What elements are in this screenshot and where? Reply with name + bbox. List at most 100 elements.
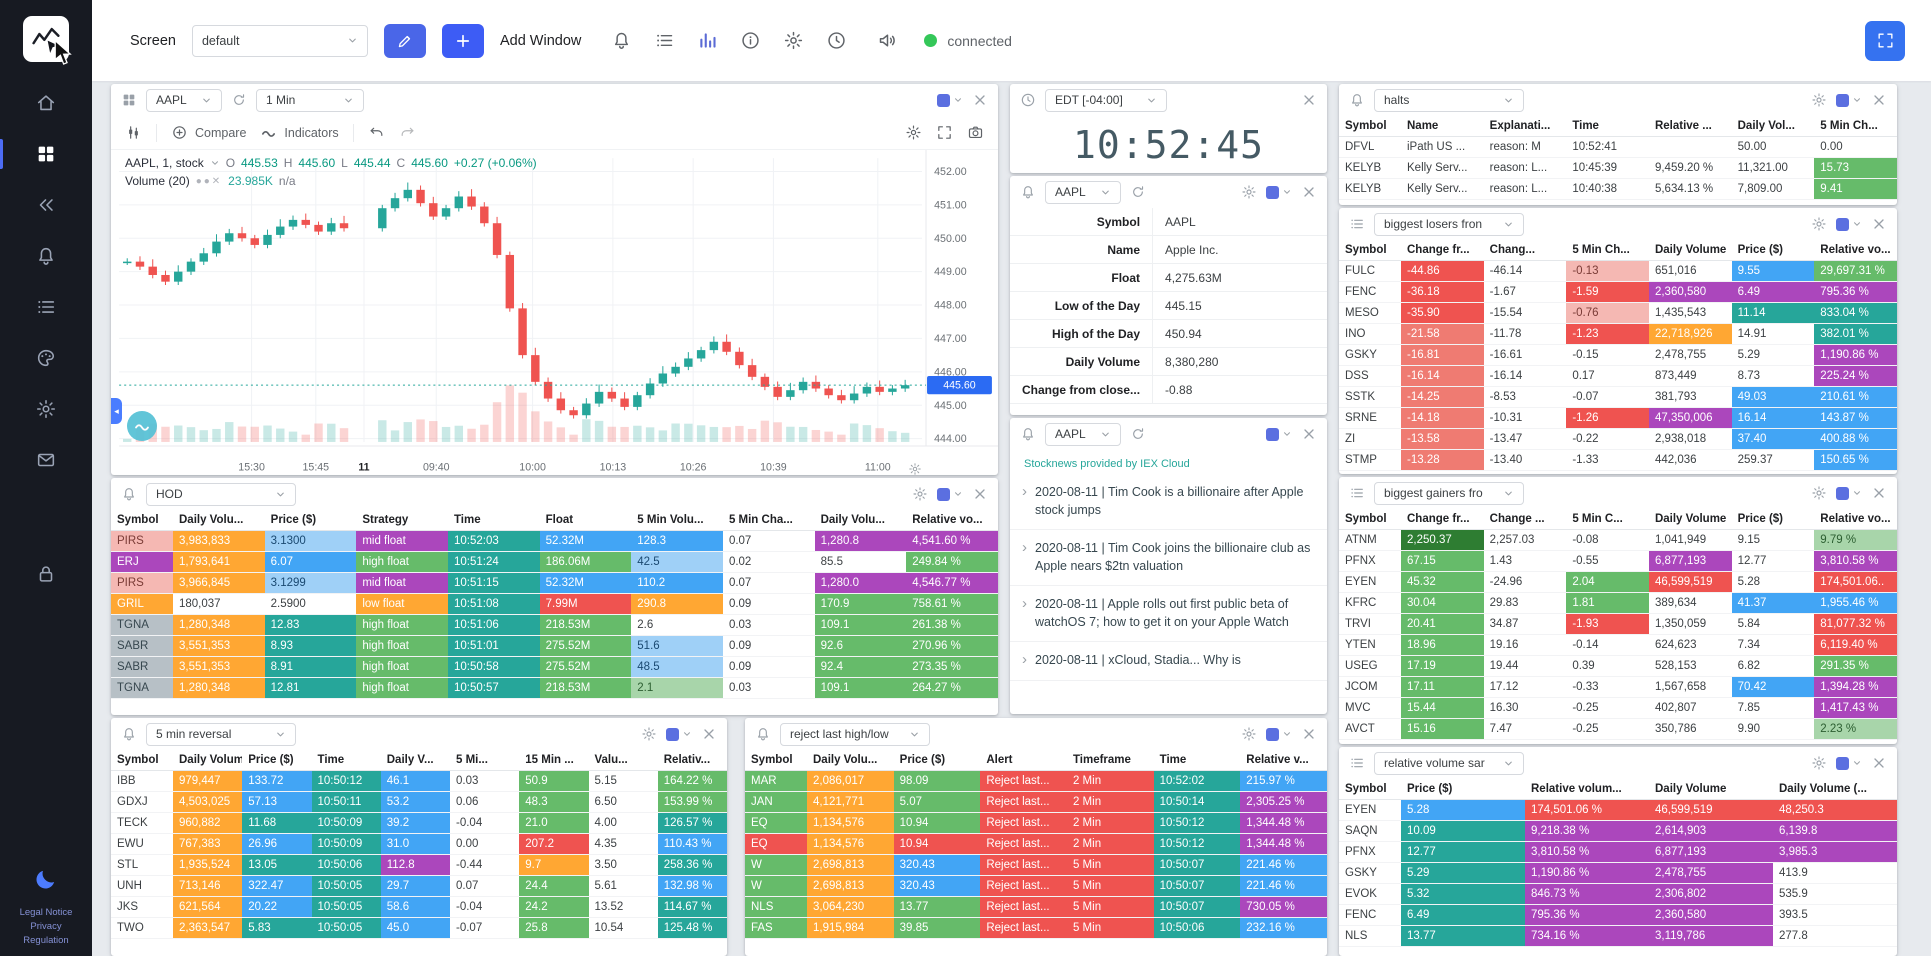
column-header[interactable]: Daily Volume (1649, 779, 1773, 800)
table-row[interactable]: MESO-35.90-15.54-0.761,435,54311.14833.0… (1339, 303, 1897, 324)
regulation-link[interactable]: Regulation (23, 935, 68, 946)
add-info-window-button[interactable] (740, 30, 761, 51)
column-header[interactable]: Relative ... (1649, 116, 1732, 137)
close-icon[interactable] (1300, 725, 1318, 743)
redo-button[interactable] (399, 124, 416, 141)
table-row[interactable]: W2,698,813320.43Reject last...5 Min10:50… (745, 855, 1327, 876)
table-row[interactable]: ERJ1,793,6416.07high float10:51:24186.06… (111, 552, 998, 573)
undo-button[interactable] (368, 124, 385, 141)
close-icon[interactable] (1870, 754, 1888, 772)
column-header[interactable]: Name (1401, 116, 1484, 137)
gear-icon[interactable] (1240, 725, 1258, 743)
table-row[interactable]: DFVLiPath US ...reason: M10:52:4150.000.… (1339, 137, 1897, 158)
column-header[interactable]: Price ($) (1732, 240, 1815, 261)
table-row[interactable]: NLS13.77734.16 %3,119,786277.8 (1339, 926, 1897, 947)
column-header[interactable]: Symbol (1339, 779, 1401, 800)
column-header[interactable]: Symbol (1339, 509, 1401, 530)
window-header[interactable]: 5 min reversal (111, 718, 727, 750)
table-row[interactable]: FENC-36.18-1.67-1.592,360,5806.49795.36 … (1339, 282, 1897, 303)
column-header[interactable]: Symbol (1339, 240, 1401, 261)
close-icon[interactable] (1300, 183, 1318, 201)
scanner-select[interactable]: biggest gainers fro (1374, 482, 1524, 505)
close-icon[interactable] (1300, 91, 1318, 109)
table-row[interactable]: TGNA1,280,34812.83high float10:51:06218.… (111, 615, 998, 636)
refresh-icon[interactable] (1129, 183, 1147, 201)
column-header[interactable]: Daily Volu... (173, 510, 265, 531)
gear-icon[interactable] (640, 725, 658, 743)
column-header[interactable]: Relativ... (658, 750, 727, 771)
table-row[interactable]: MAR2,086,01798.09Reject last...2 Min10:5… (745, 771, 1327, 792)
news-source-link[interactable]: Stocknews provided by IEX Cloud (1010, 450, 1327, 474)
refresh-icon[interactable] (230, 91, 248, 109)
gear-icon[interactable] (1810, 484, 1828, 502)
column-header[interactable]: Time (448, 510, 540, 531)
close-icon[interactable] (971, 91, 989, 109)
table-row[interactable]: EVOK5.32846.73 %2,306,802535.9 (1339, 884, 1897, 905)
column-header[interactable]: Alert (980, 750, 1067, 771)
column-header[interactable]: Relative vo... (1814, 509, 1897, 530)
table-row[interactable]: KFRC30.0429.831.81389,63441.371,955.46 % (1339, 593, 1897, 614)
table-row[interactable]: FENC6.49795.36 %2,360,580393.5 (1339, 905, 1897, 926)
news-item[interactable]: ›2020-08-11 | Apple rolls out first publ… (1010, 586, 1327, 642)
table-row[interactable]: ATNM2,250.372,257.03-0.081,041,9499.159.… (1339, 530, 1897, 551)
candlestick-chart[interactable]: 452.00451.00450.00449.00448.00447.00446.… (111, 150, 998, 475)
table-row[interactable]: INO-21.58-11.78-1.2322,718,92614.91382.0… (1339, 324, 1897, 345)
table-row[interactable]: GSKY5.291,190.86 %2,478,755413.9 (1339, 863, 1897, 884)
column-header[interactable]: Symbol (745, 750, 807, 771)
sidebar-item-dashboard[interactable] (0, 143, 92, 165)
add-screen-button[interactable] (442, 24, 484, 58)
column-header[interactable]: Daily Volume (1649, 240, 1732, 261)
column-header[interactable]: Daily V... (381, 750, 450, 771)
column-header[interactable]: Change fr... (1401, 509, 1484, 530)
column-header[interactable]: Daily Volume (173, 750, 242, 771)
column-header[interactable]: Time (1566, 116, 1649, 137)
chart-window-header[interactable]: AAPL 1 Min (111, 84, 998, 116)
table-row[interactable]: PFNX67.151.43-0.556,877,19312.773,810.58… (1339, 551, 1897, 572)
table-row[interactable]: SSTK-14.25-8.53-0.07381,79349.03210.61 % (1339, 387, 1897, 408)
gear-icon[interactable] (1810, 91, 1828, 109)
sound-toggle-button[interactable] (877, 30, 898, 51)
column-header[interactable]: Symbol (1339, 116, 1401, 137)
stats-symbol-select[interactable]: AAPL (1045, 181, 1121, 204)
window-header[interactable]: HOD (111, 478, 998, 510)
add-alert-window-button[interactable] (611, 30, 632, 51)
table-row[interactable]: ZI-13.58-13.47-0.222,938,01837.40400.88 … (1339, 429, 1897, 450)
column-header[interactable]: Strategy (356, 510, 448, 531)
column-header[interactable]: Relative vo... (1814, 240, 1897, 261)
table-row[interactable]: UNH713,146322.4710:50:0529.70.0724.45.61… (111, 876, 727, 897)
table-row[interactable]: YTEN18.9619.16-0.14624,6237.346,119.40 % (1339, 635, 1897, 656)
column-header[interactable]: Symbol (111, 510, 173, 531)
table-row[interactable]: EQ1,134,57610.94Reject last...2 Min10:50… (745, 834, 1327, 855)
column-header[interactable]: Daily Volu... (807, 750, 894, 771)
table-row[interactable]: EYEN5.28174,501.06 %46,599,51948,250.3 (1339, 800, 1897, 821)
news-symbol-select[interactable]: AAPL (1045, 423, 1121, 446)
layout-widget-selector[interactable] (937, 488, 963, 501)
table-row[interactable]: FULC-44.86-46.14-0.13651,0169.5529,697.3… (1339, 261, 1897, 282)
gear-icon[interactable] (1810, 215, 1828, 233)
column-header[interactable]: Daily Vol... (1732, 116, 1815, 137)
column-header[interactable]: Time (1154, 750, 1241, 771)
layout-widget-selector[interactable] (937, 94, 963, 107)
table-row[interactable]: JAN4,121,7715.07Reject last...2 Min10:50… (745, 792, 1327, 813)
chart-style-button[interactable] (125, 124, 142, 141)
column-header[interactable]: 5 Min Cha... (723, 510, 815, 531)
table-row[interactable]: SRNE-14.18-10.31-1.2647,350,00616.14143.… (1339, 408, 1897, 429)
layout-widget-selector[interactable] (1266, 186, 1292, 199)
table-row[interactable]: USEG17.1919.440.39528,1536.82291.35 % (1339, 656, 1897, 677)
layout-widget-selector[interactable] (1836, 487, 1862, 500)
app-logo[interactable] (23, 16, 69, 62)
table-row[interactable]: JKS621,56420.2210:50:0558.6-0.0424.213.5… (111, 897, 727, 918)
news-item[interactable]: ›2020-08-11 | xCloud, Stadia... Why is (1010, 642, 1327, 681)
table-row[interactable]: STL1,935,52413.0510:50:06112.8-0.449.73.… (111, 855, 727, 876)
column-header[interactable]: Daily Volu... (815, 510, 907, 531)
table-row[interactable]: GSKY-16.81-16.61-0.152,478,7555.291,190.… (1339, 345, 1897, 366)
legal-notice-link[interactable]: Legal Notice (20, 907, 73, 918)
gear-icon[interactable] (1240, 183, 1258, 201)
layout-widget-selector[interactable] (1836, 94, 1862, 107)
column-header[interactable]: Chang... (1484, 240, 1567, 261)
screen-select[interactable]: default (192, 25, 368, 57)
table-row[interactable]: SABR3,551,3538.93high float10:51:01275.5… (111, 636, 998, 657)
sidebar-item-themes[interactable] (0, 347, 92, 369)
window-header[interactable]: halts (1339, 84, 1897, 116)
sidebar-item-alerts[interactable] (0, 245, 92, 267)
